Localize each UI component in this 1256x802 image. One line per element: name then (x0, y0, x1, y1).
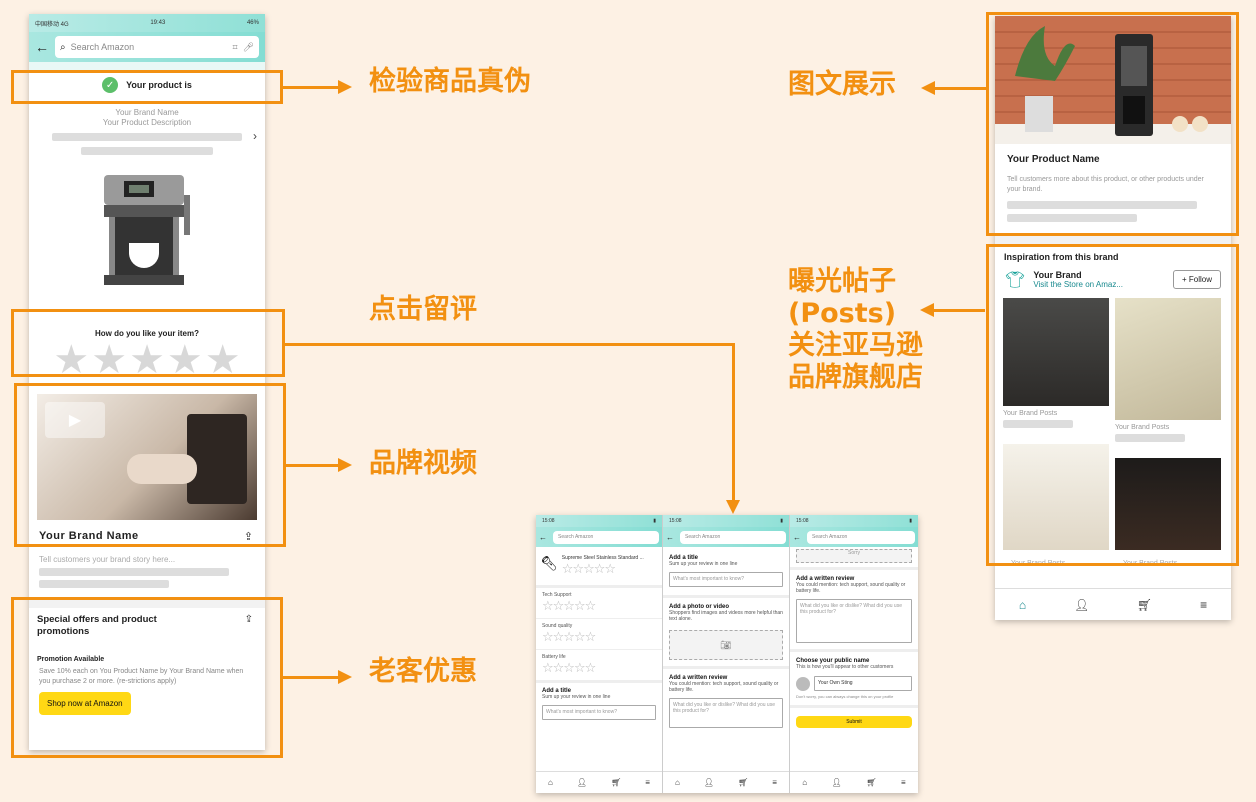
bottom-nav: ⌂ 👤︎ 🛒︎ ≡ (536, 771, 662, 793)
add-review-sub: You could mention: tech support, sound q… (669, 681, 779, 693)
menu-icon[interactable]: ≡ (645, 778, 650, 787)
profile-icon[interactable]: 👤︎ (1074, 598, 1089, 612)
search-input[interactable]: ⌕ Search Amazon ⌗ 🎤︎ (55, 36, 259, 58)
highlight-image-text (986, 12, 1239, 236)
add-title-sub: Sum up your review in one line (669, 561, 738, 567)
review-textarea[interactable]: What did you like or dislike? What did y… (669, 698, 783, 728)
profile-icon[interactable]: 👤︎ (577, 778, 587, 787)
bottom-nav: ⌂ 👤︎ 🛒︎ ≡ (663, 771, 789, 793)
search-icon: ⌕ (60, 41, 66, 53)
highlight-offers (11, 597, 283, 758)
label-posts-line: 关注亚马逊 (788, 329, 923, 361)
battery-life-stars[interactable]: ☆☆☆☆☆ (542, 660, 656, 676)
review-panel-1: 15:08 ▮ ← Search Amazon 🔦︎ Supreme Steel … (536, 515, 663, 793)
search-input[interactable]: Search Amazon (807, 530, 915, 544)
time-text: 19:43 (150, 20, 166, 26)
add-review-sub: You could mention: tech support, sound q… (796, 582, 906, 594)
bottom-nav: ⌂ 👤︎ 🛒︎ ≡ (790, 771, 918, 793)
label-posts: 曝光帖子 (Posts) 关注亚马逊 品牌旗舰店 (788, 266, 923, 393)
battery-text: 46% (246, 20, 259, 26)
menu-icon[interactable]: ≡ (901, 778, 906, 787)
home-icon[interactable]: ⌂ (675, 778, 680, 787)
review-screens: 15:08 ▮ ← Search Amazon 🔦︎ Supreme Steel … (536, 515, 918, 793)
search-input[interactable]: Search Amazon (680, 530, 786, 544)
menu-icon[interactable]: ≡ (772, 778, 777, 787)
review-panel-3: 15:08 ▮ ← Search Amazon Sorry Add a writt… (790, 515, 918, 793)
camera-icon: 📷︎ (720, 639, 732, 650)
photo-upload-box[interactable]: Sorry (796, 549, 912, 563)
label-posts-line: (Posts) (788, 297, 897, 329)
search-placeholder: Search Amazon (558, 534, 594, 540)
brand-name-text: Your Brand Name (115, 108, 179, 117)
home-icon[interactable]: ⌂ (548, 778, 553, 787)
profile-icon[interactable]: 👤︎ (704, 778, 714, 787)
highlight-verify (11, 70, 283, 104)
label-review: 点击留评 (369, 294, 477, 325)
title-input[interactable]: What's most important to know? (669, 572, 783, 587)
photo-upload-box[interactable]: 📷︎ (669, 630, 783, 660)
search-bar: ← ⌕ Search Amazon ⌗ 🎤︎ (29, 32, 265, 62)
label-posts-line: 品牌旗舰店 (788, 361, 923, 393)
product-image (29, 165, 265, 305)
submit-button[interactable]: Submit (796, 716, 912, 728)
product-description-text: Your Product Description (102, 118, 192, 128)
profile-icon[interactable]: 👤︎ (832, 778, 842, 787)
review-panel-2: 15:08 ▮ ← Search Amazon Add a title Sum u… (663, 515, 790, 793)
search-input[interactable]: Search Amazon (553, 530, 659, 544)
cart-icon[interactable]: 🛒︎ (866, 778, 876, 787)
status-bar: 中国移动 4G 19:43 46% (29, 14, 265, 32)
camera-scan-icon[interactable]: ⌗ (232, 42, 237, 53)
product-thumb-icon: 🔦︎ (540, 555, 558, 571)
back-arrow-icon[interactable]: ← (539, 533, 547, 542)
time-text: 15:08 (796, 518, 809, 524)
label-verify: 检验商品真伪 (369, 66, 531, 97)
search-placeholder: Search Amazon (685, 534, 721, 540)
title-input[interactable]: What's most important to know? (542, 705, 656, 720)
public-name-note: Don't worry, you can always change this … (796, 694, 894, 699)
menu-icon[interactable]: ≡ (1200, 598, 1207, 612)
public-name-sub: This is how you'll appear to other custo… (796, 664, 894, 670)
avatar (796, 676, 810, 691)
sound-quality-stars[interactable]: ☆☆☆☆☆ (542, 629, 656, 645)
add-photo-sub: Shoppers find images and videos more hel… (669, 610, 783, 622)
time-text: 15:08 (542, 518, 555, 524)
home-icon[interactable]: ⌂ (802, 778, 807, 787)
overall-stars[interactable]: ☆☆☆☆☆ (562, 561, 644, 577)
label-posts-line: 曝光帖子 (788, 266, 896, 297)
label-image-text: 图文展示 (788, 69, 896, 100)
cart-icon[interactable]: 🛒︎ (1137, 598, 1152, 612)
label-offers: 老客优惠 (369, 656, 477, 687)
highlight-rating (11, 309, 285, 377)
chevron-right-icon[interactable]: › (253, 129, 257, 143)
time-text: 15:08 (669, 518, 682, 524)
public-name-input[interactable]: Your Own Sting (814, 676, 912, 691)
brand-story-text: Tell customers your brand story here... (39, 554, 176, 564)
back-arrow-icon[interactable]: ← (666, 533, 674, 542)
carrier-text: 中国移动 4G (35, 21, 69, 28)
back-arrow-icon[interactable]: ← (793, 533, 801, 542)
search-placeholder: Search Amazon (70, 42, 135, 52)
microphone-icon[interactable]: 🎤︎ (243, 42, 254, 53)
home-icon[interactable]: ⌂ (1019, 598, 1026, 612)
label-video: 品牌视频 (369, 448, 477, 479)
review-textarea[interactable]: What did you like or dislike? What did y… (796, 599, 912, 643)
tech-support-stars[interactable]: ☆☆☆☆☆ (542, 598, 656, 614)
back-arrow-icon[interactable]: ← (35, 39, 49, 55)
highlight-posts (986, 244, 1239, 566)
cart-icon[interactable]: 🛒︎ (738, 778, 748, 787)
bottom-nav: ⌂ 👤︎ 🛒︎ ≡ (995, 588, 1231, 620)
search-placeholder: Search Amazon (812, 534, 848, 540)
add-title-sub: Sum up your review in one line (542, 694, 611, 700)
cart-icon[interactable]: 🛒︎ (611, 778, 621, 787)
highlight-video (14, 383, 286, 547)
